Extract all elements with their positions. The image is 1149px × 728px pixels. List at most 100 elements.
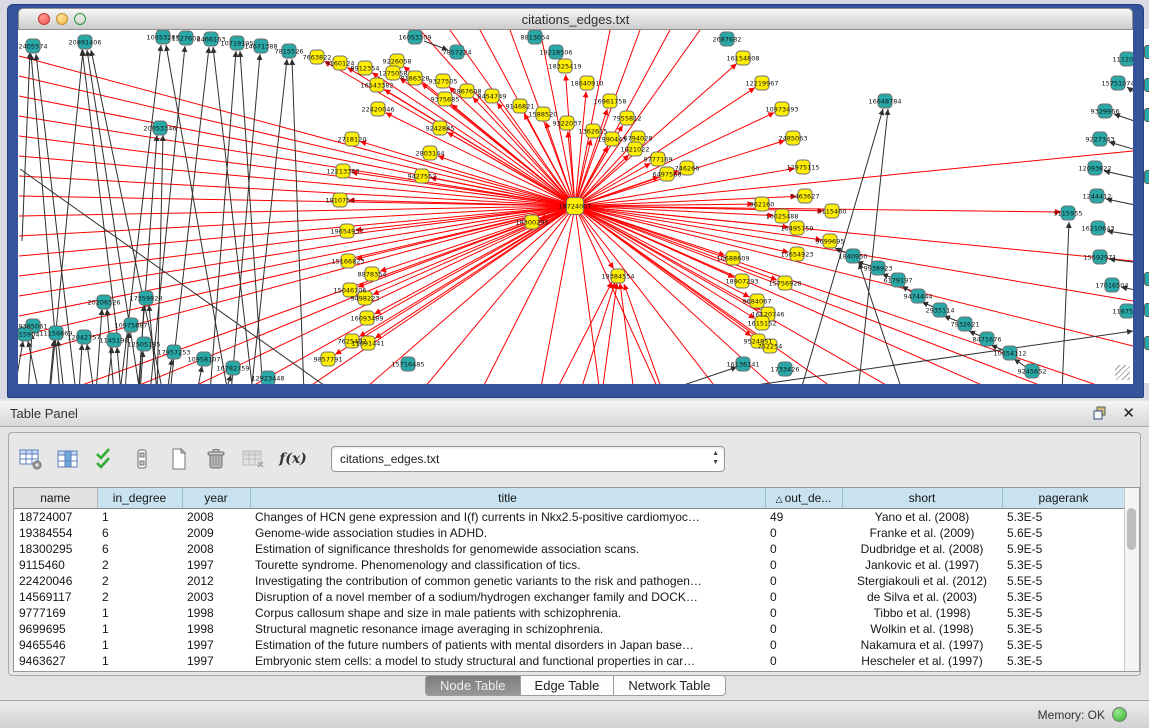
network-node-label: 9322037 [553, 120, 582, 128]
status-bar: Memory: OK [0, 700, 1149, 728]
network-edge [1062, 222, 1069, 384]
network-node-label: 1615152 [748, 320, 777, 328]
table-row[interactable]: 946362711997Embryonic stem cells: a mode… [14, 653, 1125, 669]
table-cell: 6 [97, 541, 182, 557]
table-cell: de Silva et al. (2003) [842, 589, 1002, 605]
network-window-titlebar[interactable]: citations_edges.txt [18, 8, 1133, 30]
table-panel-title: Table Panel [10, 406, 78, 421]
network-node-label: 8813054 [521, 34, 550, 42]
table-row[interactable]: 1830029562008Estimation of significance … [14, 541, 1125, 557]
column-header-pagerank[interactable]: pagerank [1002, 488, 1125, 509]
tab-network-table[interactable]: Network Table [614, 675, 725, 696]
table-cell: 9463627 [14, 653, 97, 669]
table-row[interactable]: 2242004622012Investigating the contribut… [14, 573, 1125, 589]
column-header-title[interactable]: title [250, 488, 765, 509]
close-panel-icon[interactable]: ✕ [1122, 404, 1135, 422]
table-cell: 0 [765, 637, 842, 653]
table-cell: Yano et al. (2008) [842, 509, 1002, 526]
network-node-label: 9227343 [1086, 136, 1115, 144]
column-header-short[interactable]: short [842, 488, 1002, 509]
network-node-label: 9938923 [864, 265, 893, 273]
float-window-icon[interactable] [1093, 406, 1107, 420]
network-edge [19, 56, 575, 206]
network-node-label: 2935114 [926, 307, 955, 315]
column-header-year[interactable]: year [182, 488, 250, 509]
table-select[interactable]: citations_edges.txt ▲▼ [331, 446, 725, 472]
network-node-label: 2405574 [19, 43, 48, 51]
network-edge [19, 206, 575, 356]
network-node-label: 16495759 [780, 225, 813, 233]
background-network-node [1144, 78, 1149, 92]
table-row[interactable]: 977716911998Corpus callosum shape and si… [14, 605, 1125, 621]
table-options-icon[interactable] [17, 445, 45, 473]
table-row[interactable]: 911546021997Tourette syndrome. Phenomeno… [14, 557, 1125, 573]
combo-arrows-icon: ▲▼ [712, 449, 719, 467]
network-node-label: 10025488 [765, 213, 798, 221]
network-node-label: 16210643 [1081, 225, 1114, 233]
table-cell: 18724007 [14, 509, 97, 526]
table-row[interactable]: 1872400712008Changes of HCN gene express… [14, 509, 1125, 526]
table-cell: 5.5E-5 [1002, 573, 1125, 589]
network-node-label: 9242845 [426, 125, 455, 133]
table-row[interactable]: 946554611997Estimation of the future num… [14, 637, 1125, 653]
table-cell: 1998 [182, 621, 250, 637]
network-edge [96, 309, 102, 384]
network-node-label: 752254 [758, 343, 783, 351]
table-row[interactable]: 1456911722003Disruption of a novel membe… [14, 589, 1125, 605]
table-panel-body: f(x) citations_edges.txt ▲▼ namein_degre… [8, 432, 1141, 676]
network-node-label: 18640910 [570, 80, 603, 88]
table-mode-icon[interactable] [128, 445, 156, 473]
network-node-label: 16154808 [726, 55, 759, 63]
table-row[interactable]: 1938455462009Genome-wide association stu… [14, 525, 1125, 541]
network-node-label: 17957253 [157, 349, 190, 357]
network-node-label: 16053309 [398, 34, 431, 42]
network-edge [22, 52, 30, 241]
table-cell: 1998 [182, 605, 250, 621]
network-node-label: 9498223 [351, 295, 380, 303]
table-cell: 0 [765, 589, 842, 605]
table-toolbar: f(x) citations_edges.txt ▲▼ [17, 443, 725, 475]
column-header-out_de[interactable]: △out_de... [765, 488, 842, 509]
network-node-label: 9375685 [431, 96, 460, 104]
network-node-label: 9915904 [18, 331, 39, 339]
network-node-label: 17016504 [1095, 282, 1128, 290]
function-builder-icon[interactable]: f(x) [276, 445, 310, 473]
table-scrollbar[interactable] [1124, 488, 1139, 671]
resize-grip-icon[interactable] [1115, 365, 1130, 380]
tab-edge-table[interactable]: Edge Table [521, 675, 615, 696]
delete-table-icon[interactable] [202, 445, 230, 473]
column-header-name[interactable]: name [14, 488, 97, 509]
network-node-label: 15592971 [1083, 254, 1116, 262]
table-row[interactable]: 969969511998Structural magnetic resonanc… [14, 621, 1125, 637]
table-cell: Embryonic stem cells: a model to study s… [250, 653, 765, 669]
table-cell: 9699695 [14, 621, 97, 637]
import-table-icon[interactable] [239, 445, 267, 473]
network-node-label: 962160 [750, 201, 775, 209]
scrollbar-thumb[interactable] [1127, 508, 1136, 550]
show-columns-icon[interactable] [54, 445, 82, 473]
table-cell: 0 [765, 653, 842, 669]
network-node-label: 1167533 [1113, 308, 1133, 316]
table-cell: 2009 [182, 525, 250, 541]
network-node-label: 9777169 [644, 156, 673, 164]
table-cell: 5.3E-5 [1002, 621, 1125, 637]
network-node-label: 12042757 [67, 334, 100, 342]
table-cell: Tibbo et al. (1998) [842, 605, 1002, 621]
background-network-node [1144, 336, 1149, 350]
network-window[interactable]: citations_edges.txt 18724007240557420891… [7, 4, 1144, 398]
background-network-node [1144, 272, 1149, 286]
network-node-label: 18724007 [558, 203, 591, 211]
table-cell: 5.9E-5 [1002, 541, 1125, 557]
network-edge [575, 206, 1133, 346]
table-cell: 5.3E-5 [1002, 605, 1125, 621]
network-node-label: 12213363 [326, 168, 359, 176]
column-header-in_degree[interactable]: in_degree [97, 488, 182, 509]
create-column-icon[interactable] [165, 445, 193, 473]
tab-node-table[interactable]: Node Table [425, 675, 521, 696]
table-cell: 0 [765, 525, 842, 541]
network-node-label: 12219967 [745, 80, 778, 88]
network-canvas[interactable]: 1872400724055742089140610653287152760284… [18, 30, 1133, 384]
network-node-label: 18300295 [515, 219, 548, 227]
select-all-icon[interactable] [91, 445, 119, 473]
network-edge [87, 344, 94, 384]
